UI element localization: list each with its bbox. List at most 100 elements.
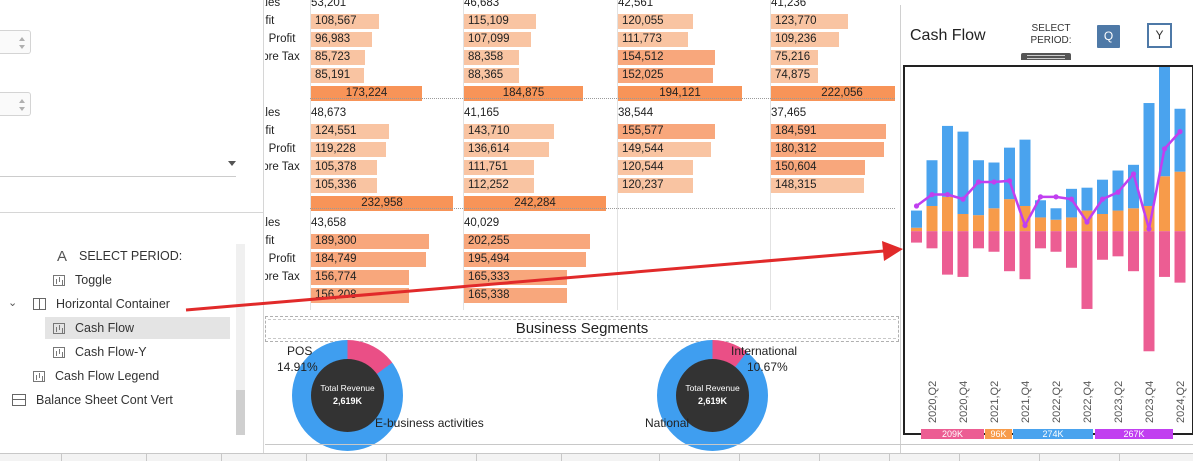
cash-flow-bar-financing [1050, 231, 1062, 252]
group-divider [310, 208, 895, 209]
cash-flow-bar-financing [1128, 231, 1139, 272]
net-cash-flow-point [1084, 219, 1090, 225]
table-cell-bar: 120,055 [618, 14, 693, 29]
sheet-tab[interactable] [62, 453, 147, 461]
tree-item-cash-flow-legend[interactable]: Cash Flow Legend [33, 365, 159, 387]
net-cash-flow-point [1068, 196, 1075, 202]
tree-item-horizontal-container[interactable]: Horizontal Container [33, 293, 170, 315]
sheet-tab[interactable] [222, 453, 307, 461]
segments-title: Business Segments [268, 319, 896, 339]
cash-flow-bar-financing [973, 231, 984, 249]
number-stepper[interactable] [0, 30, 31, 54]
net-cash-flow-point [1146, 226, 1152, 232]
sheet-tab[interactable] [660, 453, 740, 461]
tree-item-label: Toggle [75, 273, 112, 287]
table-cell-bar: 154,512 [618, 50, 715, 65]
tree-item-label: Balance Sheet Cont Vert [36, 393, 173, 407]
sheet-tab[interactable] [387, 453, 477, 461]
sheet-tab[interactable] [960, 453, 1040, 461]
stepper-up-icon[interactable] [19, 37, 25, 41]
donut-center-value: 2,619K [332, 396, 363, 406]
donut-percent: 14.91% [277, 360, 318, 374]
cash-flow-bar-operating [1081, 187, 1093, 211]
cash-flow-bar-investing [1159, 176, 1170, 232]
net-cash-flow-point [944, 191, 951, 198]
net-cash-flow-point [960, 196, 966, 202]
table-cell-bar: 88,358 [464, 50, 519, 65]
table-cell-bar: 108,567 [311, 14, 379, 29]
text-icon: A [56, 247, 67, 265]
chart-icon [53, 274, 65, 286]
x-tick-label: 2023,Q2 [1113, 381, 1125, 423]
sheet-tab[interactable] [0, 453, 62, 461]
horizontal-container-icon [33, 298, 46, 310]
row-label: g Profit [265, 253, 296, 265]
cash-flow-bar-operating [988, 162, 1000, 209]
cash-flow-bar-financing [1066, 231, 1077, 268]
row-label: ales [265, 217, 281, 229]
stepper-down-icon[interactable] [19, 107, 25, 111]
table-cell-bar: 143,710 [464, 124, 554, 139]
donut-percent: 10.67% [747, 360, 788, 374]
chevron-down-icon[interactable] [228, 161, 236, 166]
cash-flow-bar-financing [988, 231, 1000, 252]
row-label: g Profit [265, 33, 296, 45]
tree-item-cash-flow[interactable]: Cash Flow [45, 317, 230, 339]
sheet-tab[interactable] [477, 453, 562, 461]
cash-flow-bar-investing [1004, 199, 1015, 232]
cash-flow-bar-investing [1035, 217, 1046, 232]
cash-flow-bar-operating [926, 160, 938, 206]
sheet-tab[interactable] [890, 453, 960, 461]
table-cell-bar: 105,378 [311, 160, 377, 175]
sheet-tab[interactable] [740, 453, 820, 461]
stepper-down-icon[interactable] [19, 45, 25, 49]
tree-item-select-period[interactable]: A SELECT PERIOD: [55, 245, 182, 267]
table-cell-bar: 75,216 [771, 50, 818, 65]
tree-item-toggle[interactable]: Toggle [53, 269, 112, 291]
divider [265, 444, 1193, 445]
sheet-tab[interactable] [562, 453, 660, 461]
container-drag-handle[interactable] [1021, 53, 1071, 60]
period-q-button[interactable]: Q [1097, 25, 1120, 48]
cash-flow-bar-operating [1174, 108, 1186, 172]
chevron-down-icon[interactable]: ⌄ [8, 296, 17, 309]
table-cell-bar: 115,109 [464, 14, 536, 29]
cash-flow-bar-financing [1081, 231, 1093, 309]
table-cell-bar: 120,237 [618, 178, 693, 193]
tree-item-cash-flow-y[interactable]: Cash Flow-Y [53, 341, 147, 363]
cash-flow-chart[interactable]: 2020,Q2 2020,Q4 2021,Q2 2021,Q4 2022,Q2 2022,… [903, 65, 1193, 435]
cash-flow-bar-investing [973, 215, 984, 232]
tree-item-label: Horizontal Container [56, 297, 170, 311]
sheet-tab[interactable] [307, 453, 387, 461]
table-cell: 37,465 [771, 107, 807, 119]
tree-item-label: Cash Flow Legend [55, 369, 160, 383]
table-cell: 48,673 [311, 107, 347, 119]
scrollbar-thumb[interactable] [236, 390, 245, 435]
table-cell-bar: 112,252 [464, 178, 534, 193]
period-y-button[interactable]: Y [1147, 23, 1172, 48]
sheet-tab[interactable] [820, 453, 890, 461]
cash-flow-bar-operating [942, 125, 953, 197]
stepper-up-icon[interactable] [19, 99, 25, 103]
tree-item-label: Cash Flow-Y [75, 345, 147, 359]
table-cell-bar: 156,774 [311, 270, 409, 285]
sheet-tab[interactable] [1040, 453, 1120, 461]
chart-icon [53, 322, 65, 334]
cash-flow-bar-financing [911, 231, 922, 243]
legend-value: 96K [990, 429, 1007, 439]
legend-value: 209K [941, 429, 964, 439]
row-label: fore Tax [265, 161, 300, 173]
cash-flow-bar-financing [1174, 231, 1186, 283]
table-cell-bar: 152,025 [618, 68, 713, 83]
segments-header: Business Segments [265, 316, 899, 342]
number-stepper[interactable] [0, 92, 31, 116]
cash-flow-bar-financing [1143, 231, 1155, 352]
table-cell-bar: 165,333 [464, 270, 567, 285]
net-cash-flow-point [1099, 196, 1106, 202]
dropdown-field[interactable] [0, 176, 236, 177]
tree-item-balance-sheet-cont-vert[interactable]: Balance Sheet Cont Vert [12, 389, 173, 411]
table-cell-bar: 109,236 [771, 32, 839, 47]
table-cell-bar: 202,255 [464, 234, 590, 249]
sheet-tab[interactable] [147, 453, 222, 461]
cash-flow-bar-financing [1097, 231, 1108, 260]
